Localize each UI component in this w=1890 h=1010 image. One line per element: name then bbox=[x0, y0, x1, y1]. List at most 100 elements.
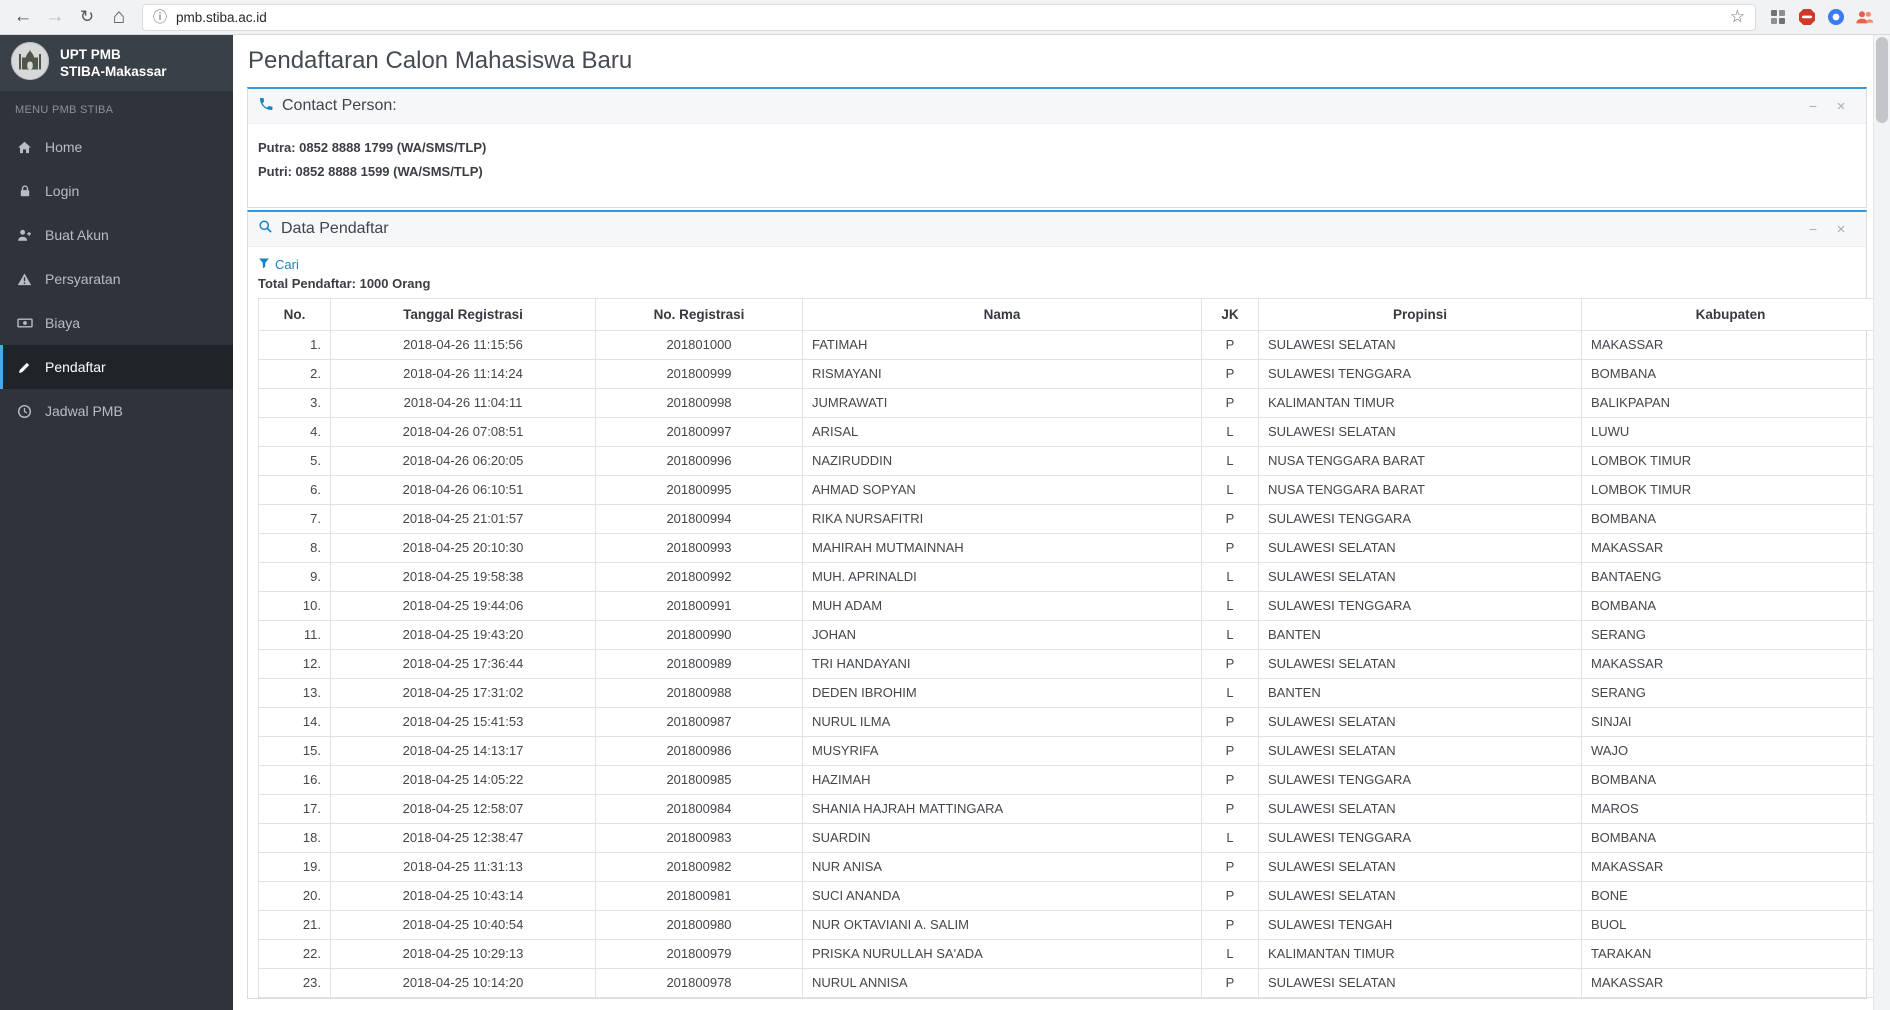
table-cell: 201800978 bbox=[595, 968, 803, 998]
home-icon bbox=[16, 140, 33, 155]
sidebar-item-login[interactable]: Login bbox=[0, 169, 233, 213]
table-header-row: No. Tanggal Registrasi No. Registrasi Nama J… bbox=[258, 298, 1873, 331]
sidebar-item-jadwal-pmb[interactable]: Jadwal PMB bbox=[0, 389, 233, 433]
sidebar-menu: Home Login Buat Akun Persyaratan Biaya Pendaf… bbox=[0, 125, 233, 433]
table-cell: MAKASSAR bbox=[1581, 649, 1873, 679]
table-cell: 15. bbox=[258, 736, 331, 766]
table-cell: TRI HANDAYANI bbox=[802, 649, 1202, 679]
cari-filter-link[interactable]: Cari bbox=[258, 257, 299, 272]
table-row: 15. 2018-04-25 14:13:17 201800986 MUSYRIFA P… bbox=[258, 736, 1873, 766]
sidebar-item-persyaratan[interactable]: Persyaratan bbox=[0, 257, 233, 301]
table-cell: BUOL bbox=[1581, 910, 1873, 940]
table-cell: NURUL ANNISA bbox=[802, 968, 1202, 998]
table-cell: 18. bbox=[258, 823, 331, 853]
table-cell: 201800986 bbox=[595, 736, 803, 766]
forward-icon[interactable] bbox=[40, 2, 70, 32]
extensions-grid-icon[interactable] bbox=[1768, 8, 1787, 27]
table-row: 20. 2018-04-25 10:43:14 201800981 SUCI ANAN… bbox=[258, 881, 1873, 911]
table-cell: P bbox=[1201, 968, 1259, 998]
bookmark-star-icon[interactable] bbox=[1730, 7, 1745, 27]
table-row: 7. 2018-04-25 21:01:57 201800994 RIKA NURSA… bbox=[258, 504, 1873, 534]
table-cell: L bbox=[1201, 475, 1259, 505]
back-icon[interactable] bbox=[8, 2, 38, 32]
table-cell: SULAWESI TENGAH bbox=[1258, 910, 1582, 940]
table-cell: BANTEN bbox=[1258, 678, 1582, 708]
table-cell: PRISKA NURULLAH SA'ADA bbox=[802, 939, 1202, 969]
close-icon[interactable] bbox=[1834, 221, 1848, 238]
clock-icon bbox=[16, 404, 33, 419]
url-text[interactable]: pmb.stiba.ac.id bbox=[176, 10, 1721, 25]
table-cell: SULAWESI SELATAN bbox=[1258, 736, 1582, 766]
table-cell: 2018-04-25 10:43:14 bbox=[330, 881, 596, 911]
table-cell: KALIMANTAN TIMUR bbox=[1258, 939, 1582, 969]
edit-icon bbox=[16, 360, 33, 375]
table-cell: TARAKAN bbox=[1581, 939, 1873, 969]
table-row: 8. 2018-04-25 20:10:30 201800993 MAHIRAH MU… bbox=[258, 533, 1873, 563]
table-cell: NUSA TENGGARA BARAT bbox=[1258, 475, 1582, 505]
table-cell: P bbox=[1201, 359, 1259, 389]
sidebar-item-pendaftar[interactable]: Pendaftar bbox=[0, 345, 233, 389]
column-header-6: Kabupaten bbox=[1581, 298, 1873, 331]
warning-icon bbox=[16, 272, 33, 287]
table-cell: NUR OKTAVIANI A. SALIM bbox=[802, 910, 1202, 940]
table-cell: MUH ADAM bbox=[802, 591, 1202, 621]
table-cell: 19. bbox=[258, 852, 331, 882]
table-cell: 201800998 bbox=[595, 388, 803, 418]
phone-icon bbox=[258, 96, 274, 117]
table-cell: SULAWESI SELATAN bbox=[1258, 794, 1582, 824]
column-header-1: Tanggal Registrasi bbox=[330, 298, 596, 331]
browser-home-icon[interactable] bbox=[104, 2, 134, 32]
table-cell: L bbox=[1201, 591, 1259, 621]
lock-icon bbox=[16, 184, 33, 198]
table-cell: 201800985 bbox=[595, 765, 803, 795]
table-cell: 201800992 bbox=[595, 562, 803, 592]
collapse-icon[interactable] bbox=[1806, 98, 1820, 115]
table-cell: RIKA NURSAFITRI bbox=[802, 504, 1202, 534]
blue-extension-icon[interactable] bbox=[1826, 8, 1845, 27]
profiles-icon[interactable] bbox=[1855, 8, 1874, 27]
table-cell: 2018-04-25 14:05:22 bbox=[330, 765, 596, 795]
sidebar-item-label: Pendaftar bbox=[45, 359, 106, 375]
sidebar-item-buat-akun[interactable]: Buat Akun bbox=[0, 213, 233, 257]
scrollbar-thumb[interactable] bbox=[1876, 37, 1888, 123]
table-cell: SULAWESI SELATAN bbox=[1258, 649, 1582, 679]
table-cell: 201800999 bbox=[595, 359, 803, 389]
sidebar-item-biaya[interactable]: Biaya bbox=[0, 301, 233, 345]
table-cell: 9. bbox=[258, 562, 331, 592]
table-cell: 17. bbox=[258, 794, 331, 824]
table-cell: SUARDIN bbox=[802, 823, 1202, 853]
table-cell: 201800990 bbox=[595, 620, 803, 650]
table-cell: SULAWESI SELATAN bbox=[1258, 881, 1582, 911]
table-cell: 2018-04-25 19:43:20 bbox=[330, 620, 596, 650]
page-info-icon[interactable] bbox=[153, 7, 167, 27]
table-row: 23. 2018-04-25 10:14:20 201800978 NURUL ANN… bbox=[258, 968, 1873, 998]
table-cell: 22. bbox=[258, 939, 331, 969]
table-row: 9. 2018-04-25 19:58:38 201800992 MUH. APRIN… bbox=[258, 562, 1873, 592]
brand: UPT PMB STIBA-Makassar bbox=[0, 35, 233, 91]
column-header-4: JK bbox=[1201, 298, 1259, 331]
table-row: 13. 2018-04-25 17:31:02 201800988 DEDEN IBR… bbox=[258, 678, 1873, 708]
contact-line-putra: Putra: 0852 8888 1799 (WA/SMS/TLP) bbox=[258, 140, 487, 155]
table-cell: SULAWESI SELATAN bbox=[1258, 330, 1582, 360]
adblock-icon[interactable] bbox=[1797, 8, 1816, 27]
table-cell: P bbox=[1201, 736, 1259, 766]
table-cell: 2018-04-25 17:31:02 bbox=[330, 678, 596, 708]
address-bar[interactable]: pmb.stiba.ac.id bbox=[142, 3, 1756, 31]
sidebar-item-home[interactable]: Home bbox=[0, 125, 233, 169]
table-cell: SULAWESI TENGGARA bbox=[1258, 591, 1582, 621]
table-cell: P bbox=[1201, 504, 1259, 534]
close-icon[interactable] bbox=[1834, 98, 1848, 115]
menu-section-label: MENU PMB STIBA bbox=[15, 104, 114, 116]
table-cell: SULAWESI TENGGARA bbox=[1258, 823, 1582, 853]
sidebar-item-label: Biaya bbox=[45, 315, 81, 331]
collapse-icon[interactable] bbox=[1806, 221, 1820, 238]
reload-icon[interactable] bbox=[72, 2, 102, 32]
table-cell: 2018-04-25 10:40:54 bbox=[330, 910, 596, 940]
table-cell: P bbox=[1201, 765, 1259, 795]
table-cell: 11. bbox=[258, 620, 331, 650]
table-cell: 201801000 bbox=[595, 330, 803, 360]
table-cell: NAZIRUDDIN bbox=[802, 446, 1202, 476]
table-cell: 8. bbox=[258, 533, 331, 563]
page-scrollbar[interactable] bbox=[1873, 35, 1890, 1010]
table-cell: 201800983 bbox=[595, 823, 803, 853]
